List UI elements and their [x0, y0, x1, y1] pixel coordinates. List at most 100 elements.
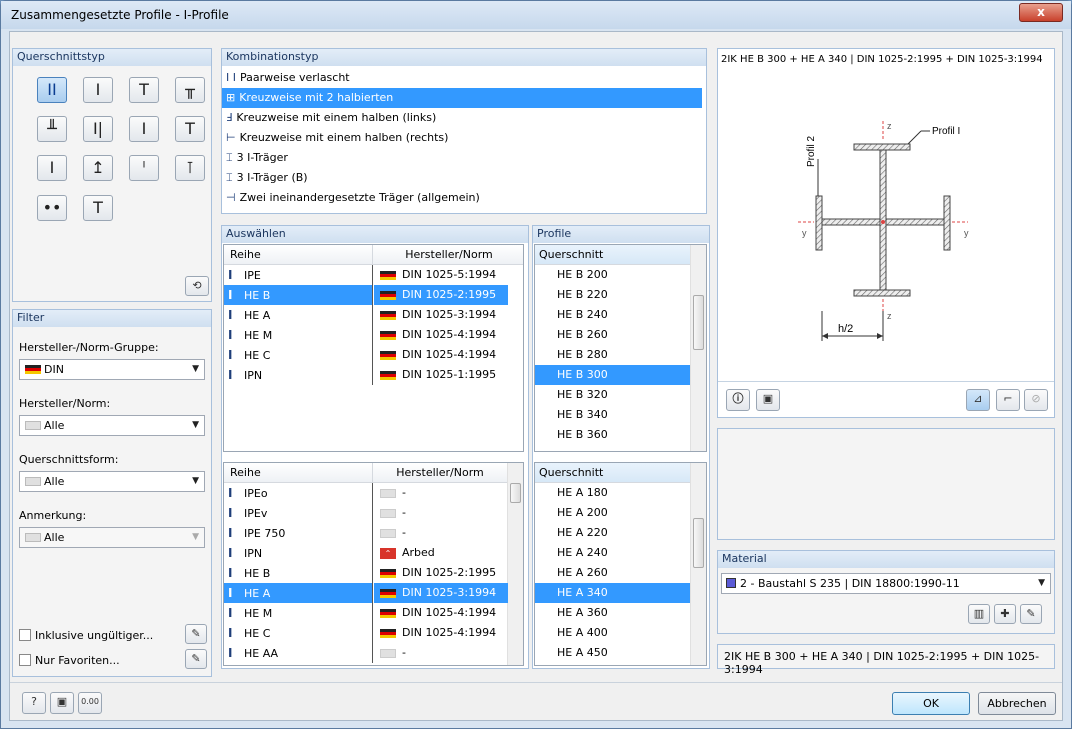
profile-list-item[interactable]: HE A 220 — [535, 523, 690, 543]
help-icon[interactable]: ? — [22, 692, 46, 714]
norm-column-header[interactable]: Hersteller/Norm — [373, 463, 507, 483]
profile-list-item[interactable]: HE A 260 — [535, 563, 690, 583]
table-row[interactable]: I HE B DIN 1025-2:1995 — [224, 563, 506, 583]
table-row[interactable]: I IPEo - — [224, 483, 506, 503]
manufacturer-group-select[interactable]: DIN ▼ — [19, 359, 205, 380]
combination-item[interactable]: ⊞ Kreuzweise mit 2 halbierten — [222, 88, 702, 108]
series-scrollbar[interactable] — [507, 463, 523, 665]
inverted-t-type-button[interactable]: ╨ — [37, 116, 67, 142]
i-beam-icon: I — [228, 546, 233, 560]
profile-list-item[interactable]: HE A 450 — [535, 643, 690, 663]
table-row[interactable]: I HE M DIN 1025-4:1994 — [224, 325, 506, 345]
table-row[interactable]: I HE B DIN 1025-2:1995 — [224, 285, 508, 305]
t-beam-type-button[interactable]: T — [129, 77, 159, 103]
i-small-type-button[interactable]: ᴵ — [129, 155, 159, 181]
profile-list-item[interactable]: HE A 340 — [535, 583, 690, 603]
din-flag-icon — [380, 310, 396, 320]
cancel-button[interactable]: Abbrechen — [978, 692, 1056, 715]
profile-list-item[interactable]: HE A 400 — [535, 623, 690, 643]
favorites-only-checkbox[interactable] — [19, 654, 31, 666]
table-row[interactable]: I HE A DIN 1025-3:1994 — [224, 305, 506, 325]
querschnitt-column-header[interactable]: Querschnitt — [535, 245, 692, 265]
combination-item[interactable]: ⌶ 3 I-Träger (B) — [222, 168, 702, 188]
double-bar-type-button[interactable]: I| — [83, 116, 113, 142]
include-invalid-checkbox[interactable] — [19, 629, 31, 641]
norm-column-header[interactable]: Hersteller/Norm — [373, 245, 523, 265]
profile-scrollbar[interactable] — [690, 463, 706, 665]
table-row[interactable]: I HE M DIN 1025-4:1994 — [224, 603, 506, 623]
table-row[interactable]: I IPEv - — [224, 503, 506, 523]
profile-list-item[interactable]: HE B 220 — [535, 285, 690, 305]
profile-list-item[interactable]: HE A 180 — [535, 483, 690, 503]
reihe-column-header[interactable]: Reihe — [224, 245, 373, 265]
combination-item-label: Kreuzweise mit 2 halbierten — [239, 91, 394, 104]
save-icon[interactable]: ▣ — [50, 692, 74, 714]
profile-list-item[interactable]: HE B 240 — [535, 305, 690, 325]
manufacturer-select[interactable]: Alle ▼ — [19, 415, 205, 436]
combination-item-label: 3 I-Träger (B) — [236, 171, 308, 184]
chevron-down-icon: ▼ — [192, 364, 199, 374]
table-row[interactable]: I HE A DIN 1025-3:1994 — [224, 583, 508, 603]
combination-item[interactable]: ⊣ Zwei ineinandergesetzte Träger (allgeme… — [222, 188, 702, 208]
profile-list-item[interactable]: HE B 280 — [535, 345, 690, 365]
section-form-value: Alle — [44, 475, 65, 488]
table-row[interactable]: I IPE 750 - — [224, 523, 506, 543]
select-panel: Auswählen Reihe Hersteller/Norm I IPE DIN … — [221, 225, 529, 669]
remark-select[interactable]: Alle ▼ — [19, 527, 205, 548]
dots-type-button[interactable]: •• — [37, 195, 67, 221]
small-t-type-button[interactable]: ╥ — [175, 77, 205, 103]
rotate-icon[interactable]: ⟲ — [185, 276, 209, 296]
info-icon[interactable]: ⓘ — [726, 389, 750, 411]
i-beam-type-button[interactable]: I — [83, 77, 113, 103]
show-axes-icon[interactable]: ⌐ — [996, 389, 1020, 411]
close-button[interactable]: x — [1019, 3, 1063, 22]
profile-list-item[interactable]: HE B 320 — [535, 385, 690, 405]
i-table-type-button[interactable]: ⊺ — [175, 155, 205, 181]
show-dimensions-icon[interactable]: ⊿ — [966, 389, 990, 411]
table-row[interactable]: I IPN ⌃ Arbed — [224, 543, 506, 563]
profile-list-item[interactable]: HE B 200 — [535, 265, 690, 285]
profile-list-item[interactable]: HE A 360 — [535, 603, 690, 623]
profile-list-item[interactable]: HE B 360 — [535, 425, 690, 445]
material-panel: Material 2 - Baustahl S 235 | DIN 18800:… — [717, 550, 1055, 634]
table-row[interactable]: I IPN DIN 1025-1:1995 — [224, 365, 506, 385]
profile-list-item[interactable]: HE B 340 — [535, 405, 690, 425]
profile-list-item[interactable]: HE A 200 — [535, 503, 690, 523]
edit-favorites-icon[interactable]: ✎ — [185, 649, 207, 669]
profile-list-item[interactable]: HE A 240 — [535, 543, 690, 563]
title-bar: Zusammengesetzte Profile - I-Profile x — [1, 1, 1071, 29]
reihe-column-header[interactable]: Reihe — [224, 463, 373, 483]
i-stiffened-type-button[interactable]: I — [129, 116, 159, 142]
series-name: HE C — [244, 627, 271, 640]
din-flag-icon — [380, 350, 396, 360]
units-icon[interactable]: 0.00 — [78, 692, 102, 714]
profile-list-item[interactable]: HE B 300 — [535, 365, 690, 385]
querschnitt-column-header[interactable]: Querschnitt — [535, 463, 692, 483]
table-row[interactable]: I HE C DIN 1025-4:1994 — [224, 345, 506, 365]
profile-title: Profile — [533, 226, 709, 243]
material-library-icon[interactable]: ▥ — [968, 604, 990, 624]
combination-item[interactable]: Ⅎ Kreuzweise mit einem halben (links) — [222, 108, 702, 128]
t-column-type-button[interactable]: T — [175, 116, 205, 142]
i-arrow-type-button[interactable]: ↥ — [83, 155, 113, 181]
combination-type-list: I I Paarweise verlascht ⊞ Kreuzweise mit 2 … — [222, 66, 706, 213]
export-image-icon[interactable]: ▣ — [756, 389, 780, 411]
double-i-type-button[interactable]: II — [37, 77, 67, 103]
profile-list-item[interactable]: HE B 260 — [535, 325, 690, 345]
t-narrow-type-button[interactable]: T — [83, 195, 113, 221]
table-row[interactable]: I HE C DIN 1025-4:1994 — [224, 623, 506, 643]
combination-item[interactable]: I I Paarweise verlascht — [222, 68, 702, 88]
edit-list-icon[interactable]: ✎ — [185, 624, 207, 644]
combination-item[interactable]: ⊢ Kreuzweise mit einem halben (rechts) — [222, 128, 702, 148]
section-form-select[interactable]: Alle ▼ — [19, 471, 205, 492]
profile-scrollbar[interactable] — [690, 245, 706, 451]
table-row[interactable]: I HE AA - — [224, 643, 506, 663]
ok-button[interactable]: OK — [892, 692, 970, 715]
table-row[interactable]: I IPE DIN 1025-5:1994 — [224, 265, 506, 285]
combination-item[interactable]: ⌶ 3 I-Träger — [222, 148, 702, 168]
edit-material-icon[interactable]: ✎ — [1020, 604, 1042, 624]
zoom-icon[interactable]: ⊘ — [1024, 389, 1048, 411]
i-tall-type-button[interactable]: I — [37, 155, 67, 181]
new-material-icon[interactable]: ✚ — [994, 604, 1016, 624]
material-select[interactable]: 2 - Baustahl S 235 | DIN 18800:1990-11 ▼ — [721, 573, 1051, 594]
